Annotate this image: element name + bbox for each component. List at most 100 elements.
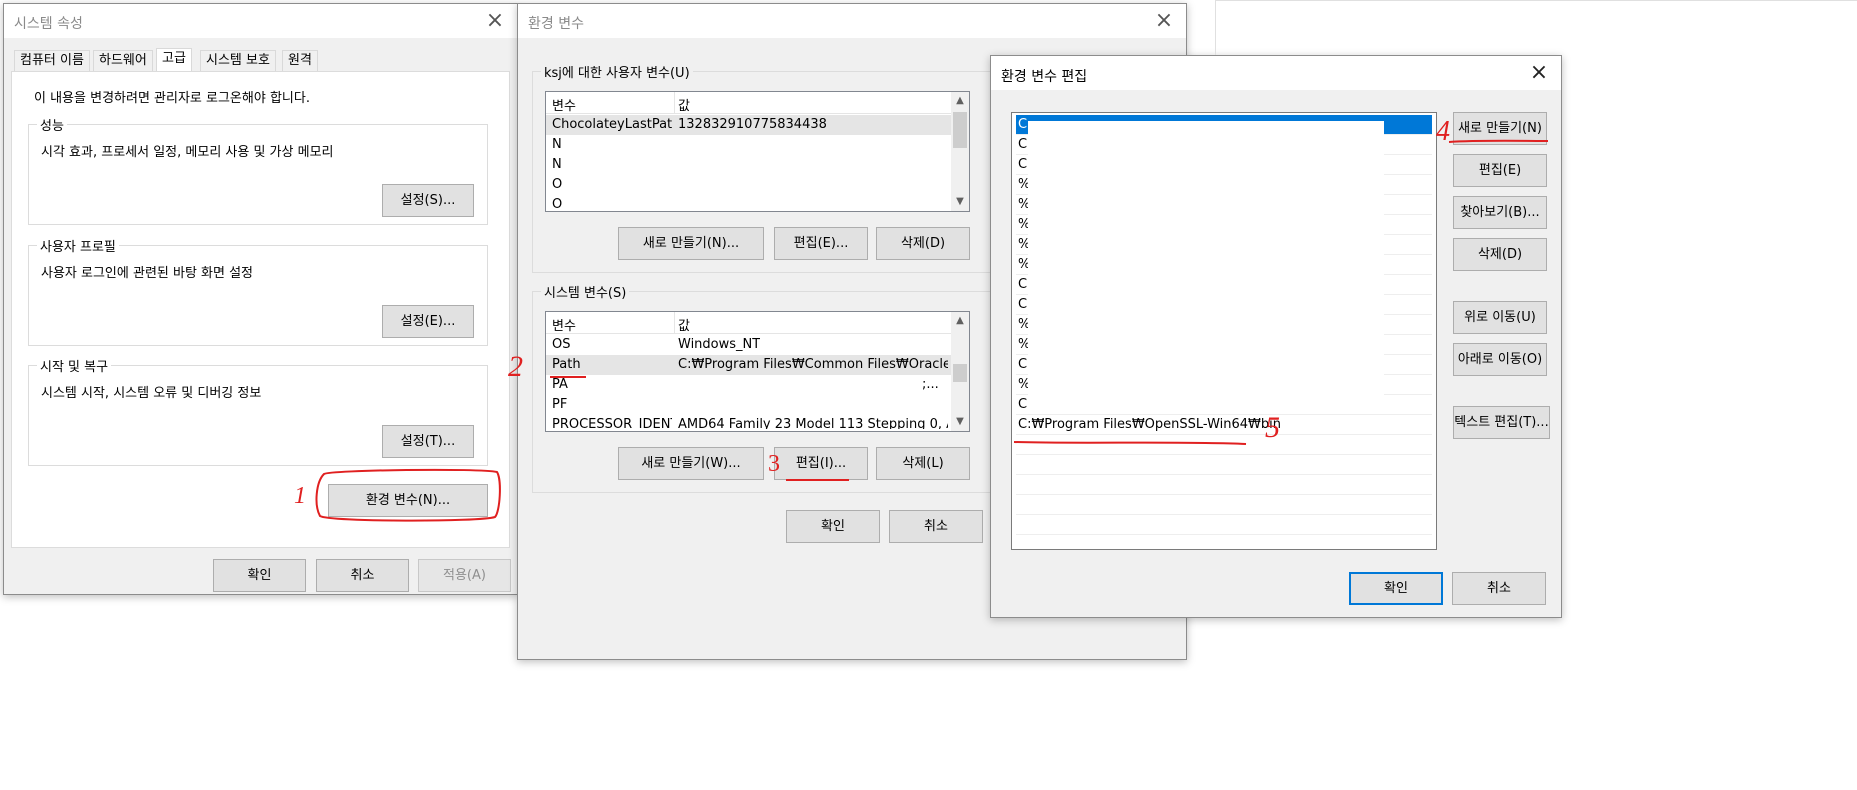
scroll-up-icon[interactable]: ▲ bbox=[951, 312, 969, 330]
system-edit-button[interactable]: 편집(I)... bbox=[774, 447, 868, 480]
env-vars-titlebar: 환경 변수 × bbox=[518, 4, 1186, 38]
scroll-thumb[interactable] bbox=[953, 364, 967, 382]
background-window-edge bbox=[1215, 0, 1857, 1]
variable-name: OS bbox=[552, 337, 571, 352]
list-header: 변수 값 bbox=[546, 92, 951, 114]
vertical-scrollbar[interactable]: ▲ ▼ bbox=[951, 92, 969, 211]
variable-name: Path bbox=[552, 357, 581, 372]
user-profile-group: 사용자 프로필 사용자 로그인에 관련된 바탕 화면 설정 설정(E)... bbox=[28, 236, 488, 346]
list-item[interactable]: PA ;... bbox=[546, 375, 951, 395]
performance-label: 성능 bbox=[37, 115, 67, 134]
move-up-button[interactable]: 위로 이동(U) bbox=[1453, 301, 1547, 334]
user-variables-list[interactable]: 변수 값 ChocolateyLastPath... 1328329107758… bbox=[545, 91, 970, 212]
variable-value: Windows_NT bbox=[678, 337, 761, 352]
list-item[interactable] bbox=[1016, 495, 1432, 515]
performance-desc: 시각 효과, 프로세서 일정, 메모리 사용 및 가상 메모리 bbox=[41, 145, 334, 160]
new-entry-button[interactable]: 새로 만들기(N) bbox=[1453, 112, 1547, 145]
ok-button[interactable]: 확인 bbox=[213, 559, 306, 592]
list-item[interactable]: PROCESSOR_IDENTI... AMD64 Family 23 Mode… bbox=[546, 415, 951, 429]
system-properties-titlebar: 시스템 속성 × bbox=[4, 4, 517, 38]
variable-name: O bbox=[552, 177, 563, 192]
column-value[interactable]: 값 bbox=[678, 95, 690, 114]
system-new-button[interactable]: 새로 만들기(W)... bbox=[618, 447, 764, 480]
browse-button[interactable]: 찾아보기(B)... bbox=[1453, 196, 1547, 229]
variable-name: N bbox=[552, 137, 562, 152]
entry-text: C:₩Program Files₩OpenSSL-Win64₩bin bbox=[1018, 417, 1281, 432]
list-item[interactable]: O bbox=[546, 195, 951, 211]
list-item-openssl[interactable]: C:₩Program Files₩OpenSSL-Win64₩bin bbox=[1016, 415, 1432, 435]
column-variable[interactable]: 변수 bbox=[552, 95, 576, 114]
system-delete-button[interactable]: 삭제(L) bbox=[876, 447, 970, 480]
startup-desc: 시스템 시작, 시스템 오류 및 디버깅 정보 bbox=[41, 386, 262, 401]
list-item[interactable]: OS Windows_NT bbox=[546, 335, 951, 355]
user-variables-label: ksj에 대한 사용자 변수(U) bbox=[541, 62, 693, 81]
list-item[interactable]: O bbox=[546, 175, 951, 195]
close-icon[interactable]: × bbox=[479, 7, 511, 35]
user-profile-settings-button[interactable]: 설정(E)... bbox=[382, 305, 474, 338]
list-item[interactable]: ChocolateyLastPath... 132832910775834438 bbox=[546, 115, 951, 135]
variable-value: 132832910775834438 bbox=[678, 117, 827, 132]
ok-button[interactable]: 확인 bbox=[786, 510, 880, 543]
entry-text: C bbox=[1018, 117, 1028, 132]
list-item[interactable] bbox=[1016, 475, 1432, 495]
ok-button[interactable]: 확인 bbox=[1349, 572, 1443, 605]
variable-value: AMD64 Family 23 Model 113 Stepping 0, Au… bbox=[678, 417, 948, 429]
scroll-down-icon[interactable]: ▼ bbox=[951, 193, 969, 211]
variable-name: PROCESSOR_IDENTI... bbox=[552, 417, 672, 429]
close-icon[interactable]: × bbox=[1523, 59, 1555, 87]
list-item[interactable]: N bbox=[546, 155, 951, 175]
user-delete-button[interactable]: 삭제(D) bbox=[876, 227, 970, 260]
system-properties-window: 시스템 속성 × 컴퓨터 이름 하드웨어 고급 시스템 보호 원격 이 내용을 … bbox=[3, 3, 518, 595]
scroll-thumb[interactable] bbox=[953, 112, 967, 148]
scroll-up-icon[interactable]: ▲ bbox=[951, 92, 969, 110]
user-edit-button[interactable]: 편집(E)... bbox=[774, 227, 868, 260]
tab-advanced[interactable]: 고급 bbox=[156, 48, 192, 73]
background-window-edge bbox=[1215, 0, 1216, 55]
variable-name: ChocolateyLastPath... bbox=[552, 117, 672, 132]
move-down-button[interactable]: 아래로 이동(O) bbox=[1453, 343, 1547, 376]
edit-text-button[interactable]: 텍스트 편집(T)... bbox=[1453, 406, 1550, 439]
apply-button[interactable]: 적용(A) bbox=[418, 559, 511, 592]
variable-name: N bbox=[552, 157, 562, 172]
tab-system-protection[interactable]: 시스템 보호 bbox=[200, 50, 276, 72]
performance-settings-button[interactable]: 설정(S)... bbox=[382, 184, 474, 217]
user-profile-label: 사용자 프로필 bbox=[37, 236, 119, 255]
admin-note: 이 내용을 변경하려면 관리자로 로그온해야 합니다. bbox=[34, 91, 310, 106]
path-entries-list[interactable]: C C: C: % % % % % C: C: % % C: % C: C:₩P… bbox=[1011, 112, 1437, 550]
column-variable[interactable]: 변수 bbox=[552, 315, 576, 334]
list-item[interactable] bbox=[1016, 435, 1432, 455]
cancel-button[interactable]: 취소 bbox=[889, 510, 983, 543]
edit-environment-variable-window: 환경 변수 편집 × C C: C: % % % % % C: C: % % C… bbox=[990, 55, 1562, 618]
performance-group: 성능 시각 효과, 프로세서 일정, 메모리 사용 및 가상 메모리 설정(S)… bbox=[28, 115, 488, 225]
system-variables-list[interactable]: 변수 값 OS Windows_NT Path C:₩Program Files… bbox=[545, 311, 970, 432]
scroll-down-icon[interactable]: ▼ bbox=[951, 413, 969, 431]
edit-entry-button[interactable]: 편집(E) bbox=[1453, 154, 1547, 187]
variable-value: ;... bbox=[922, 377, 939, 392]
user-profile-desc: 사용자 로그인에 관련된 바탕 화면 설정 bbox=[41, 266, 254, 281]
window-title: 시스템 속성 bbox=[14, 16, 83, 32]
list-header: 변수 값 bbox=[546, 312, 951, 334]
window-title: 환경 변수 bbox=[528, 16, 584, 32]
column-value[interactable]: 값 bbox=[678, 315, 690, 334]
cancel-button[interactable]: 취소 bbox=[1452, 572, 1546, 605]
environment-variables-button[interactable]: 환경 변수(N)... bbox=[328, 484, 488, 517]
system-variables-label: 시스템 변수(S) bbox=[541, 282, 630, 301]
variable-name: PF bbox=[552, 397, 568, 412]
startup-label: 시작 및 복구 bbox=[37, 356, 112, 375]
list-item[interactable] bbox=[1016, 455, 1432, 475]
startup-settings-button[interactable]: 설정(T)... bbox=[382, 425, 474, 458]
list-item[interactable]: PF bbox=[546, 395, 951, 415]
user-new-button[interactable]: 새로 만들기(N)... bbox=[618, 227, 764, 260]
vertical-scrollbar[interactable]: ▲ ▼ bbox=[951, 312, 969, 431]
close-icon[interactable]: × bbox=[1148, 7, 1180, 35]
tab-remote[interactable]: 원격 bbox=[282, 50, 318, 72]
list-item-path[interactable]: Path C:₩Program Files₩Common Files₩Oracl… bbox=[546, 355, 951, 375]
list-item[interactable]: N bbox=[546, 135, 951, 155]
cancel-button[interactable]: 취소 bbox=[316, 559, 409, 592]
edit-env-titlebar: 환경 변수 편집 × bbox=[991, 56, 1561, 90]
tab-hardware[interactable]: 하드웨어 bbox=[93, 50, 153, 72]
list-item[interactable] bbox=[1016, 515, 1432, 535]
tab-computer-name[interactable]: 컴퓨터 이름 bbox=[14, 50, 90, 72]
delete-entry-button[interactable]: 삭제(D) bbox=[1453, 238, 1547, 271]
advanced-tab-panel: 이 내용을 변경하려면 관리자로 로그온해야 합니다. 성능 시각 효과, 프로… bbox=[11, 71, 510, 548]
